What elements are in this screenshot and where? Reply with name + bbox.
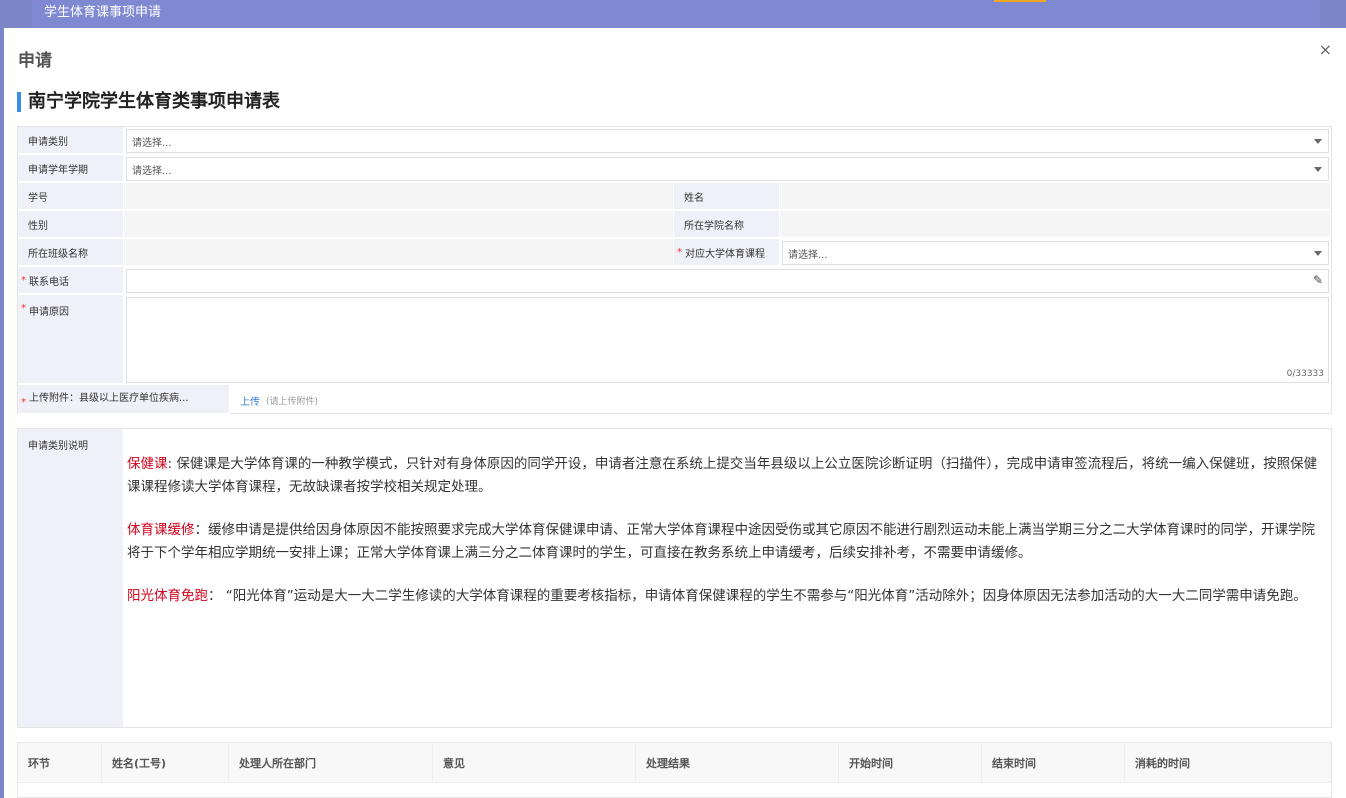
attachment-upload: 上传 (请上传附件) [230,385,1331,415]
name-label: 姓名 [674,183,780,211]
required-mark: * [21,397,26,408]
class-value [124,239,674,267]
student-id-value [124,183,674,211]
upload-hint: (请上传附件) [266,396,319,407]
phone-label-text: 联系电话 [29,276,69,288]
student-id-label: 学号 [18,183,124,211]
description-item-title: 保健课 [127,456,168,472]
attachment-label-text: 上传附件：县级以上医疗单位疾病... [29,393,189,404]
description-label: 申请类别说明 [18,429,124,727]
dialog-title: 申请 [18,51,52,71]
upload-link[interactable]: 上传 [240,393,260,408]
background-tab-title: 学生体育课事项申请 [44,5,162,20]
description-item-title: 阳光体育免跑 [127,588,208,604]
college-value [780,211,1331,239]
column-header-duration: 消耗的时间 [1125,743,1331,782]
column-header-opinion: 意见 [433,743,636,782]
course-label-text: 对应大学体育课程 [685,248,765,260]
gender-value [124,211,674,239]
description-item-title: 体育课缓修 [127,522,195,538]
process-table-header: 环节 姓名(工号) 处理人所在部门 意见 处理结果 开始时间 结束时间 消耗的时… [18,743,1331,783]
column-header-result: 处理结果 [636,743,839,782]
apply-type-label: 申请类别 [18,127,124,155]
phone-input[interactable]: ✎ [126,269,1329,293]
reason-char-counter: 0/33333 [1286,369,1324,379]
process-table: 环节 姓名(工号) 处理人所在部门 意见 处理结果 开始时间 结束时间 消耗的时… [17,742,1332,798]
required-mark: * [677,246,682,258]
reason-label-text: 申请原因 [29,307,69,318]
description-section: 申请类别说明 保健课: 保健课是大学体育课的一种教学模式，只针对有身体原因的同学… [17,428,1332,728]
chevron-down-icon [1314,251,1322,256]
description-item-text: 保健课是大学体育课的一种教学模式，只针对有身体原因的同学开设，申请者注意在系统上… [127,456,1318,495]
pencil-icon: ✎ [1312,273,1323,287]
course-select[interactable]: 请选择... [782,241,1329,265]
term-placeholder: 请选择... [132,165,172,177]
column-header-end-time: 结束时间 [982,743,1125,782]
apply-dialog: 申请 × 南宁学院学生体育类事项申请表 申请类别 请选择... 申请学年学期 请… [4,28,1346,798]
column-header-department: 处理人所在部门 [229,743,433,782]
background-accent [994,0,1046,2]
description-item-deferral: 体育课缓修：缓修申请是提供给因身体原因不能按照要求完成大学体育保健课申请、正常大… [127,522,1315,561]
reason-textarea[interactable]: 0/33333 [126,297,1329,383]
term-select[interactable]: 请选择... [126,157,1329,181]
course-placeholder: 请选择... [788,249,828,261]
description-item-run-exemption: 阳光体育免跑： “阳光体育”运动是大一大二学生修读的大学体育课程的重要考核指标，… [127,588,1307,604]
column-header-name: 姓名(工号) [102,743,229,782]
close-icon[interactable]: × [1319,40,1332,59]
name-value [780,183,1331,211]
description-item-health-course: 保健课: 保健课是大学体育课的一种教学模式，只针对有身体原因的同学开设，申请者注… [127,456,1318,495]
chevron-down-icon [1314,139,1322,144]
column-header-start-time: 开始时间 [839,743,982,782]
description-content: 保健课: 保健课是大学体育课的一种教学模式，只针对有身体原因的同学开设，申请者注… [124,429,1331,727]
phone-label: * 联系电话 [18,267,124,295]
reason-label: * 申请原因 [18,295,124,385]
required-mark: * [21,274,26,286]
apply-type-select[interactable]: 请选择... [126,129,1329,153]
class-label: 所在班级名称 [18,239,124,267]
course-label: * 对应大学体育课程 [674,239,780,267]
required-mark: * [21,303,26,314]
description-item-text: “阳光体育”运动是大一大二学生修读的大学体育课程的重要考核指标，申请体育保健课程… [225,588,1307,604]
attachment-label: * 上传附件：县级以上医疗单位疾病... [18,385,230,415]
apply-type-placeholder: 请选择... [132,137,172,149]
term-label: 申请学年学期 [18,155,124,183]
column-header-step: 环节 [18,743,102,782]
college-label: 所在学院名称 [674,211,780,239]
gender-label: 性别 [18,211,124,239]
description-item-text: 缓修申请是提供给因身体原因不能按照要求完成大学体育保健课申请、正常大学体育课程中… [127,522,1315,561]
background-tab-bar: 学生体育课事项申请 [32,0,1320,28]
application-form: 申请类别 请选择... 申请学年学期 请选择... 学号 姓名 性别 所在学院名… [17,126,1332,415]
chevron-down-icon [1314,167,1322,172]
form-title: 南宁学院学生体育类事项申请表 [17,92,280,112]
